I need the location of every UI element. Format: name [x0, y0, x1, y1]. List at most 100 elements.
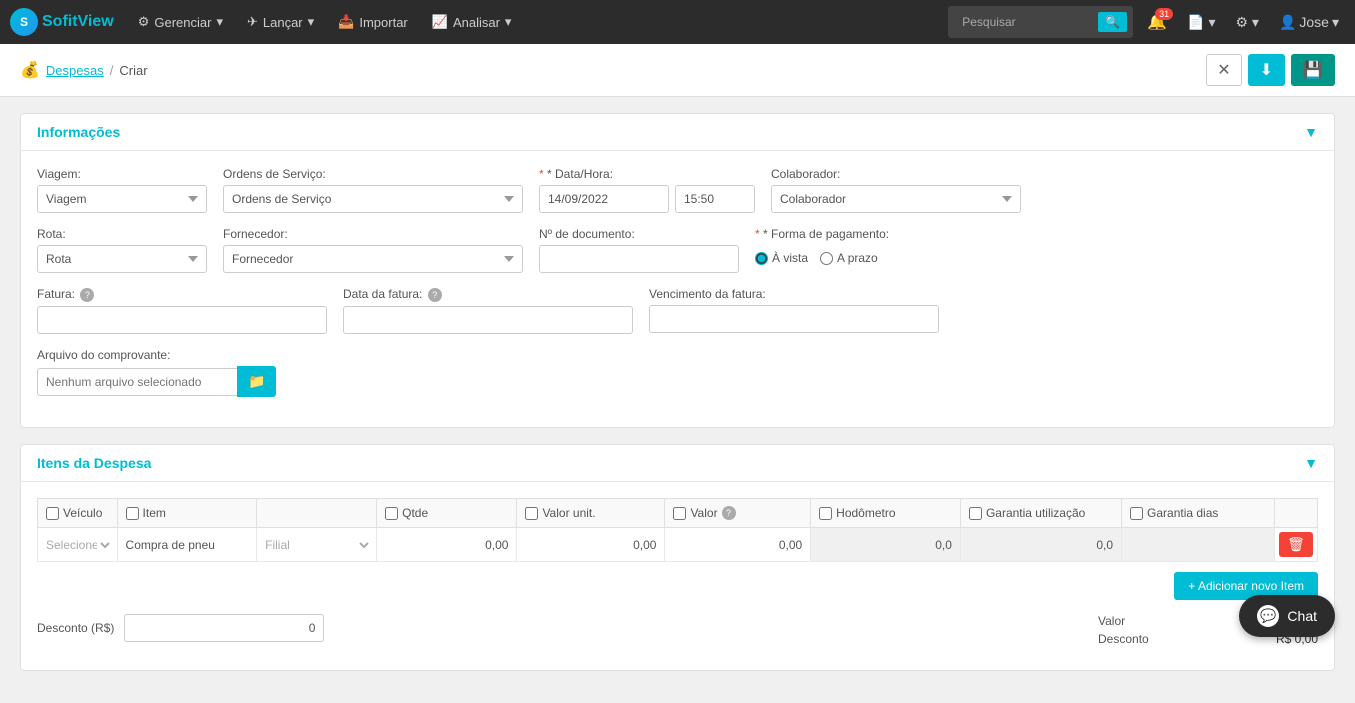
delete-row-button[interactable]: 🗑 — [1279, 532, 1313, 557]
items-table: Veículo Item — [37, 498, 1318, 562]
chat-button[interactable]: 💬 Chat — [1239, 595, 1335, 637]
th-valor-unit: Valor unit. — [517, 499, 665, 528]
avista-radio-label[interactable]: À vista — [755, 251, 808, 265]
num-doc-input[interactable] — [539, 245, 739, 273]
data-fatura-help-icon[interactable]: ? — [428, 288, 442, 302]
save-button[interactable]: 💾 — [1291, 54, 1335, 86]
close-button[interactable]: ✕ — [1206, 54, 1241, 86]
forma-pag-group: * * Forma de pagamento: À vista A prazo — [755, 227, 889, 273]
selecione-select[interactable]: Selecione — [42, 537, 113, 553]
garantia-dias-input[interactable] — [1126, 536, 1270, 554]
valor-unit-checkbox[interactable] — [525, 507, 538, 520]
items-table-head: Veículo Item — [38, 499, 1318, 528]
colaborador-select[interactable]: Colaborador — [771, 185, 1021, 213]
data-fatura-input[interactable] — [343, 306, 633, 334]
fatura-label: Fatura: ? — [37, 287, 327, 302]
fatura-help-icon[interactable]: ? — [80, 288, 94, 302]
download-button[interactable]: ⬇ — [1248, 54, 1285, 86]
desconto-input[interactable] — [124, 614, 324, 642]
th-valor: Valor ? — [665, 499, 811, 528]
filial-select[interactable]: Filial — [261, 537, 372, 553]
qtde-header-label: Qtde — [402, 506, 428, 520]
nav-importar[interactable]: 📥 Importar — [328, 0, 418, 44]
documents-button[interactable]: 📄 ▾ — [1181, 12, 1221, 33]
avista-radio[interactable] — [755, 252, 768, 265]
brand-logo: S — [10, 8, 38, 36]
informacoes-toggle[interactable]: ▼ — [1304, 124, 1318, 140]
td-valor-unit — [517, 528, 665, 562]
itens-toggle[interactable]: ▼ — [1304, 455, 1318, 471]
form-row-3: Fatura: ? Data da fatura: ? Vencimento d… — [37, 287, 1318, 334]
breadcrumb-parent-link[interactable]: Despesas — [46, 63, 104, 78]
itens-header: Itens da Despesa ▼ — [21, 445, 1334, 482]
data-fatura-label: Data da fatura: ? — [343, 287, 633, 302]
th-item: Item — [117, 499, 257, 528]
valor-unit-header-label: Valor unit. — [542, 506, 595, 520]
data-input[interactable] — [539, 185, 669, 213]
hodometro-checkbox[interactable] — [819, 507, 832, 520]
arquivo-label: Arquivo do comprovante: — [37, 348, 276, 362]
garantia-dias-header-label: Garantia dias — [1147, 506, 1218, 520]
td-hodometro — [811, 528, 961, 562]
hodometro-input[interactable] — [815, 536, 956, 554]
nav-importar-label: Importar — [359, 15, 407, 30]
nav-gerenciar[interactable]: ⚙ Gerenciar ▾ — [128, 0, 233, 44]
th-veiculo: Veículo — [38, 499, 118, 528]
garantia-dias-checkbox[interactable] — [1130, 507, 1143, 520]
qtde-input[interactable] — [381, 536, 512, 554]
search-input[interactable] — [954, 9, 1094, 35]
desconto-label: Desconto (R$) — [37, 621, 114, 635]
hora-input[interactable] — [675, 185, 755, 213]
viagem-select[interactable]: Viagem — [37, 185, 207, 213]
th-garantia-util: Garantia utilização — [960, 499, 1121, 528]
valor-unit-input[interactable] — [521, 536, 660, 554]
nav-gerenciar-label: Gerenciar — [154, 15, 211, 30]
gear-icon: ⚙ — [138, 14, 150, 30]
chevron-down-icon: ▾ — [216, 14, 223, 30]
fornecedor-select[interactable]: Fornecedor — [223, 245, 523, 273]
file-upload-button[interactable]: 📁 — [237, 366, 276, 397]
garantia-util-input[interactable] — [965, 536, 1117, 554]
items-table-body: Selecione Filial — [38, 528, 1318, 562]
main-content: Informações ▼ Viagem: Viagem Ordens de S… — [0, 97, 1355, 703]
fatura-input[interactable] — [37, 306, 327, 334]
avista-label: À vista — [772, 251, 808, 265]
veiculo-checkbox[interactable] — [46, 507, 59, 520]
valor-checkbox[interactable] — [673, 507, 686, 520]
qtde-checkbox[interactable] — [385, 507, 398, 520]
td-selecione: Selecione — [38, 528, 118, 562]
brand: S SofitView — [10, 8, 114, 36]
settings-button[interactable]: ⚙ ▾ — [1229, 12, 1264, 33]
rota-label: Rota: — [37, 227, 207, 241]
user-menu-button[interactable]: 👤 Jose ▾ — [1273, 12, 1345, 33]
vencimento-input[interactable] — [649, 305, 939, 333]
valor-help-icon[interactable]: ? — [722, 506, 736, 520]
ordens-group: Ordens de Serviço: Ordens de Serviço — [223, 167, 523, 213]
nav-lancar[interactable]: ✈ Lançar ▾ — [237, 0, 324, 44]
navbar-right: 🔍 🔔 31 📄 ▾ ⚙ ▾ 👤 Jose ▾ — [948, 6, 1345, 38]
ordens-select[interactable]: Ordens de Serviço — [223, 185, 523, 213]
items-table-wrap: Veículo Item — [37, 498, 1318, 562]
td-item-name — [117, 528, 257, 562]
item-name-input[interactable] — [122, 536, 253, 554]
desconto-total-label: Desconto — [1098, 632, 1149, 646]
search-button[interactable]: 🔍 — [1098, 12, 1127, 32]
arquivo-group: Arquivo do comprovante: 📁 — [37, 348, 276, 397]
data-fatura-group: Data da fatura: ? — [343, 287, 633, 334]
td-valor — [665, 528, 811, 562]
hodometro-header-label: Hodômetro — [836, 506, 895, 520]
rota-select[interactable]: Rota — [37, 245, 207, 273]
breadcrumb-actions: ✕ ⬇ 💾 — [1206, 54, 1335, 86]
chat-bubble-icon: 💬 — [1257, 605, 1279, 627]
notifications-button[interactable]: 🔔 31 — [1141, 10, 1173, 34]
item-checkbox[interactable] — [126, 507, 139, 520]
aprazo-radio[interactable] — [820, 252, 833, 265]
search-box: 🔍 — [948, 6, 1133, 38]
valor-input[interactable] — [669, 536, 806, 554]
garantia-util-checkbox[interactable] — [969, 507, 982, 520]
notification-count: 31 — [1155, 8, 1173, 20]
aprazo-radio-label[interactable]: A prazo — [820, 251, 878, 265]
breadcrumb-separator: / — [110, 63, 114, 78]
td-filial: Filial — [257, 528, 377, 562]
nav-analisar[interactable]: 📈 Analisar ▾ — [422, 0, 522, 44]
